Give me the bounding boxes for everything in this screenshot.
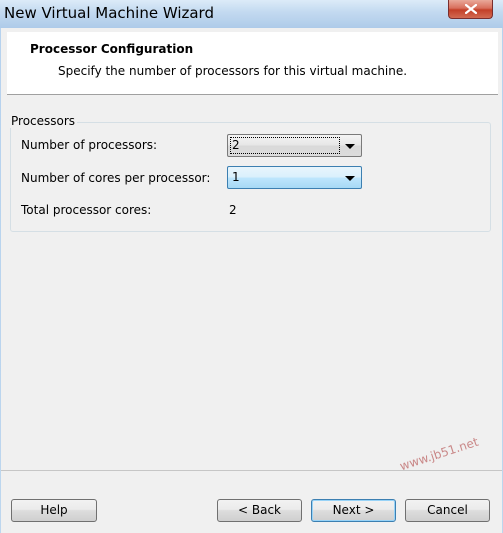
total-cores-value: 2 <box>229 203 237 217</box>
num-processors-select[interactable]: 2 <box>227 134 362 157</box>
page-subtitle: Specify the number of processors for thi… <box>58 64 408 78</box>
next-button[interactable]: Next > <box>311 499 396 522</box>
cancel-button[interactable]: Cancel <box>405 499 490 522</box>
num-processors-value: 2 <box>230 137 340 154</box>
chevron-down-icon <box>345 176 355 181</box>
close-icon <box>465 4 477 14</box>
footer-separator <box>1 470 502 471</box>
total-cores-label: Total processor cores: <box>21 203 152 217</box>
chevron-down-icon <box>345 144 355 149</box>
window-title: New Virtual Machine Wizard <box>4 4 214 22</box>
num-processors-label: Number of processors: <box>21 138 158 152</box>
close-button[interactable] <box>448 0 493 19</box>
cores-per-processor-select[interactable]: 1 <box>227 166 362 189</box>
wizard-header: Processor Configuration Specify the numb… <box>7 32 498 95</box>
title-bar[interactable]: New Virtual Machine Wizard <box>0 0 503 28</box>
page-title: Processor Configuration <box>30 42 194 56</box>
back-button[interactable]: < Back <box>217 499 302 522</box>
help-button[interactable]: Help <box>11 499 97 522</box>
wizard-window: New Virtual Machine Wizard Processor Con… <box>0 0 503 533</box>
cores-per-processor-value: 1 <box>232 170 240 184</box>
processors-group-label: Processors <box>9 114 78 128</box>
cores-per-processor-label: Number of cores per processor: <box>21 171 211 185</box>
